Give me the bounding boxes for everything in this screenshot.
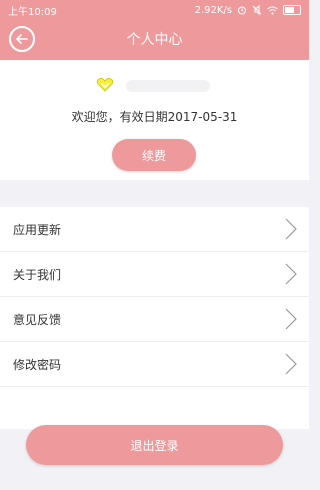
renew-button[interactable]: 续费 [112, 139, 196, 171]
chevron-right-icon [285, 218, 297, 240]
chevron-right-icon [285, 308, 297, 330]
status-icons: 2.92K/s [195, 5, 301, 16]
welcome-text: 欢迎您，有效日期2017-05-31 [71, 110, 238, 124]
network-speed: 2.92K/s [194, 4, 232, 16]
chevron-right-icon [285, 353, 297, 375]
menu-spacer [0, 387, 309, 429]
menu-item-label: 应用更新 [13, 222, 62, 237]
username-redacted [126, 80, 210, 92]
menu-item-app-update[interactable]: 应用更新 [0, 207, 309, 252]
page-title: 个人中心 [126, 32, 183, 48]
menu-item-label: 意见反馈 [13, 312, 62, 327]
battery-icon [283, 5, 301, 15]
mute-icon [252, 5, 262, 15]
heart-badge-icon [96, 77, 114, 92]
menu-item-about-us[interactable]: 关于我们 [0, 252, 309, 297]
menu-item-change-password[interactable]: 修改密码 [0, 342, 309, 387]
menu-item-label: 修改密码 [13, 357, 62, 372]
logout-button[interactable]: 退出登录 [26, 425, 283, 465]
wifi-icon [267, 6, 278, 14]
menu-item-feedback[interactable]: 意见反馈 [0, 297, 309, 342]
menu-item-label: 关于我们 [13, 267, 62, 282]
profile-card: 欢迎您，有效日期2017-05-31 续费 [0, 60, 309, 180]
chevron-right-icon [285, 263, 297, 285]
alarm-icon [238, 6, 246, 15]
status-time: 上午10:09 [8, 6, 57, 18]
app-header: 个人中心 [0, 20, 309, 60]
settings-menu: 应用更新 关于我们 意见反馈 修改密码 [0, 207, 309, 429]
status-bar: 上午10:09 2.92K/s [0, 0, 309, 20]
